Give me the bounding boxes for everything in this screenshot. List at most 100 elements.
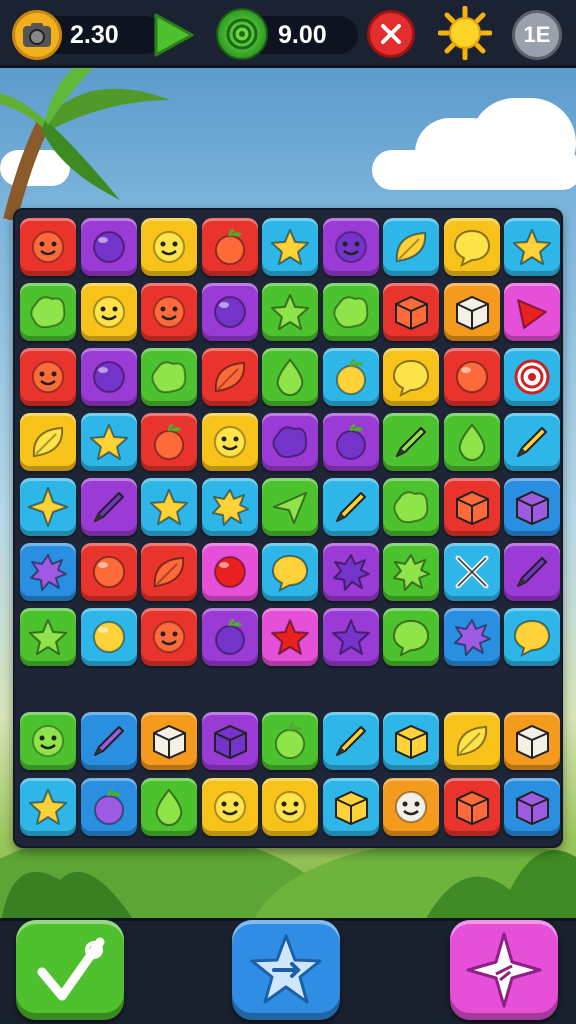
game-tile[interactable] <box>141 348 197 406</box>
game-tile[interactable] <box>20 778 76 836</box>
game-tile[interactable] <box>262 348 318 406</box>
game-tile[interactable] <box>262 413 318 471</box>
bubble-icon <box>392 619 430 657</box>
game-tile[interactable] <box>504 413 560 471</box>
game-tile[interactable] <box>262 712 318 770</box>
game-tile[interactable] <box>504 543 560 601</box>
game-tile[interactable] <box>201 413 258 471</box>
game-tile[interactable] <box>322 283 379 341</box>
level-badge[interactable]: 1E <box>512 10 562 60</box>
game-tile[interactable] <box>80 348 137 406</box>
game-tile[interactable] <box>383 543 439 601</box>
game-tile[interactable] <box>201 778 258 836</box>
game-tile[interactable] <box>443 608 500 666</box>
game-tile[interactable] <box>383 712 439 770</box>
game-tile[interactable] <box>262 218 318 276</box>
game-tile[interactable] <box>383 608 439 666</box>
game-tile[interactable] <box>141 478 197 536</box>
game-tile[interactable] <box>443 283 500 341</box>
game-tile[interactable] <box>443 543 500 601</box>
game-tile[interactable] <box>201 543 258 601</box>
game-tile[interactable] <box>322 478 379 536</box>
game-tile[interactable] <box>201 478 258 536</box>
game-tile[interactable] <box>20 712 76 770</box>
game-tile[interactable] <box>201 608 258 666</box>
camera-icon[interactable] <box>12 10 62 60</box>
game-tile[interactable] <box>201 712 258 770</box>
game-tile[interactable] <box>20 543 76 601</box>
game-tile[interactable] <box>383 348 439 406</box>
game-tile[interactable] <box>201 218 258 276</box>
game-tile[interactable] <box>80 712 137 770</box>
game-tile[interactable] <box>322 712 379 770</box>
game-tile[interactable] <box>262 478 318 536</box>
game-tile[interactable] <box>383 478 439 536</box>
game-tile[interactable] <box>80 543 137 601</box>
game-tile[interactable] <box>20 478 76 536</box>
game-tile[interactable] <box>504 218 560 276</box>
game-tile[interactable] <box>322 778 379 836</box>
game-tile[interactable] <box>443 712 500 770</box>
apple-icon <box>154 423 184 460</box>
sun-icon[interactable] <box>438 6 492 60</box>
game-tile[interactable] <box>141 283 197 341</box>
shuffle-star-icon <box>250 934 322 1004</box>
game-tile[interactable] <box>443 478 500 536</box>
game-tile[interactable] <box>322 348 379 406</box>
game-tile[interactable] <box>80 218 137 276</box>
game-tile[interactable] <box>80 608 137 666</box>
game-tile[interactable] <box>20 218 76 276</box>
confirm-button[interactable] <box>16 920 124 1020</box>
game-tile[interactable] <box>443 348 500 406</box>
gems-value: 9.00 <box>278 21 327 49</box>
game-tile[interactable] <box>80 478 137 536</box>
game-tile[interactable] <box>20 348 76 406</box>
game-tile[interactable] <box>443 778 500 836</box>
game-tile[interactable] <box>504 608 560 666</box>
star-icon <box>331 619 370 655</box>
game-tile[interactable] <box>322 543 379 601</box>
game-tile[interactable] <box>504 778 560 836</box>
game-tile[interactable] <box>504 478 560 536</box>
game-tile[interactable] <box>80 413 137 471</box>
game-tile[interactable] <box>443 413 500 471</box>
game-tile[interactable] <box>141 712 197 770</box>
close-icon[interactable] <box>367 10 415 58</box>
game-tile[interactable] <box>504 283 560 341</box>
blob-icon <box>332 296 368 329</box>
game-tile[interactable] <box>262 543 318 601</box>
game-tile[interactable] <box>141 543 197 601</box>
game-tile[interactable] <box>383 283 439 341</box>
ball-icon <box>92 361 125 393</box>
game-tile[interactable] <box>201 283 258 341</box>
special-button[interactable] <box>450 920 558 1020</box>
game-tile[interactable] <box>504 712 560 770</box>
game-tile[interactable] <box>201 348 258 406</box>
game-tile[interactable] <box>322 218 379 276</box>
game-tile[interactable] <box>443 218 500 276</box>
bush <box>0 871 140 930</box>
gem-swirl-icon[interactable] <box>216 8 268 60</box>
game-tile[interactable] <box>20 608 76 666</box>
game-tile[interactable] <box>80 283 137 341</box>
game-tile[interactable] <box>20 283 76 341</box>
game-tile[interactable] <box>141 778 197 836</box>
game-tile[interactable] <box>322 413 379 471</box>
game-tile[interactable] <box>383 778 439 836</box>
game-tile[interactable] <box>141 218 197 276</box>
game-tile[interactable] <box>141 608 197 666</box>
game-tile[interactable] <box>383 413 439 471</box>
apple-icon <box>335 358 366 395</box>
game-tile[interactable] <box>141 413 197 471</box>
play-icon[interactable] <box>150 12 196 58</box>
game-tile[interactable] <box>262 778 318 836</box>
game-tile[interactable] <box>504 348 560 406</box>
game-tile[interactable] <box>262 608 318 666</box>
blob-icon <box>30 296 66 329</box>
game-tile[interactable] <box>322 608 379 666</box>
game-tile[interactable] <box>20 413 76 471</box>
shuffle-button[interactable] <box>232 920 340 1020</box>
game-tile[interactable] <box>80 778 137 836</box>
game-tile[interactable] <box>383 218 439 276</box>
game-tile[interactable] <box>262 283 318 341</box>
